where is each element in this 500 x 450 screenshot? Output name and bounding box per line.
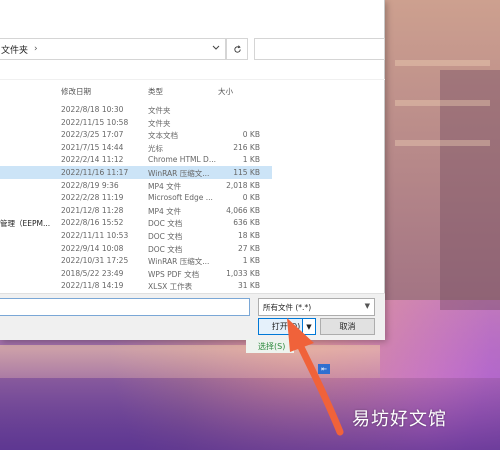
file-type: DOC 文档: [148, 232, 183, 241]
building-windows: [395, 140, 490, 146]
file-row[interactable]: 2022/11/11 10:53 DOC 文档 18 KB: [0, 229, 272, 242]
column-header-date[interactable]: 修改日期: [61, 86, 91, 97]
file-type: Chrome HTML D...: [148, 155, 216, 165]
file-size: 2,018 KB: [226, 180, 260, 190]
file-row[interactable]: 2022/8/19 9:36 MP4 文件 2,018 KB: [0, 179, 272, 192]
file-row[interactable]: 2022/2/14 11:12 Chrome HTML D... 1 KB: [0, 153, 272, 166]
address-separator-icon[interactable]: ›: [34, 44, 38, 54]
address-bar[interactable]: 文件夹 ›: [0, 38, 226, 60]
file-row[interactable]: 2022/3/25 17:07 文本文档 0 KB: [0, 128, 272, 141]
open-file-dialog: 文件夹 › 修改日期 类型 大小 2022/8/18 10:30 文件夹 2022/…: [0, 0, 385, 340]
file-row[interactable]: 2022/11/16 11:17 WinRAR 压缩文... 115 KB: [0, 166, 272, 179]
chevron-down-icon: ▼: [364, 302, 370, 310]
file-date: 2018/5/22 23:49: [61, 268, 124, 278]
file-type: MP4 文件: [148, 206, 182, 216]
file-date: 2022/3/25 17:07: [61, 130, 124, 140]
file-size: 0 KB: [242, 130, 260, 140]
file-date: 2022/2/14 11:12: [61, 155, 124, 165]
command-bar: [0, 66, 385, 80]
file-size: 1,033 KB: [226, 268, 260, 278]
file-size: 115 KB: [233, 168, 260, 177]
file-type: MP4 文件: [148, 181, 182, 191]
open-button-label: 打开(O): [271, 322, 301, 331]
column-headers: 修改日期 类型 大小: [0, 84, 385, 98]
file-size: 4,066 KB: [226, 205, 260, 215]
file-row[interactable]: 2022/10/31 17:25 WinRAR 压缩文... 1 KB: [0, 254, 272, 267]
file-date: 2022/10/31 17:25: [61, 256, 129, 266]
column-header-type[interactable]: 类型: [148, 86, 163, 97]
file-size: 1 KB: [242, 155, 260, 165]
file-row[interactable]: 2022/2/28 11:19 Microsoft Edge ... 0 KB: [0, 191, 272, 204]
file-type: 文本文档: [148, 131, 178, 141]
file-size: 0 KB: [242, 193, 260, 203]
file-row[interactable]: 管理（EEPM... 2022/8/16 15:52 DOC 文档 636 KB: [0, 216, 272, 229]
file-row[interactable]: 2018/5/22 23:49 WPS PDF 文档 1,033 KB: [0, 267, 272, 280]
file-size: 27 KB: [238, 243, 260, 253]
file-type: WinRAR 压缩文...: [148, 169, 210, 178]
file-size: 18 KB: [238, 231, 260, 240]
file-date: 2022/2/28 11:19: [61, 193, 124, 203]
file-type: Microsoft Edge ...: [148, 193, 213, 203]
refresh-icon: [233, 44, 241, 53]
file-type: DOC 文档: [148, 244, 183, 254]
file-row[interactable]: 2022/9/14 10:08 DOC 文档 27 KB: [0, 242, 272, 255]
navigation-toolbar: 文件夹 ›: [0, 36, 385, 62]
chevron-down-icon[interactable]: [206, 38, 226, 58]
file-row[interactable]: 2021/7/15 14:44 光标 216 KB: [0, 141, 272, 154]
file-date: 2022/11/15 10:58: [61, 117, 129, 127]
file-size: 636 KB: [233, 218, 260, 228]
cancel-button-label: 取消: [339, 322, 356, 331]
file-row[interactable]: 2022/8/18 10:30 文件夹: [0, 103, 272, 116]
file-type: XLSX 工作表: [148, 282, 193, 292]
file-type-label: 所有文件 (*.*): [263, 302, 312, 312]
select-link[interactable]: 选择(S): [246, 339, 294, 353]
building-windows: [395, 100, 490, 106]
search-input[interactable]: [254, 38, 385, 60]
file-date: 2022/11/11 10:53: [61, 231, 129, 240]
file-type: WPS PDF 文档: [148, 269, 200, 279]
file-row[interactable]: 2022/11/8 14:19 XLSX 工作表 31 KB: [0, 279, 272, 292]
file-row[interactable]: 2022/11/15 10:58 文件夹: [0, 116, 272, 129]
file-row[interactable]: 2021/12/8 11:28 MP4 文件 4,066 KB: [0, 204, 272, 217]
file-date: 2022/8/18 10:30: [61, 105, 124, 114]
file-date: 2022/11/16 11:17: [61, 168, 129, 177]
dialog-footer: 所有文件 (*.*) ▼ 打开(O) ▼ 取消: [0, 293, 385, 340]
file-date: 2022/8/16 15:52: [61, 218, 124, 228]
building-windows: [395, 60, 490, 66]
file-size: 216 KB: [233, 142, 260, 152]
refresh-button[interactable]: [226, 38, 248, 60]
file-type: 光标: [148, 143, 163, 153]
open-dropdown-icon[interactable]: ▼: [302, 318, 316, 335]
file-date: 2022/9/14 10:08: [61, 243, 124, 253]
file-type-select[interactable]: 所有文件 (*.*) ▼: [258, 298, 375, 316]
watermark-text: 易坊好文馆: [352, 409, 447, 430]
file-size: 1 KB: [242, 256, 260, 266]
building-shadow: [440, 70, 500, 310]
file-date: 2022/8/19 9:36: [61, 180, 119, 190]
file-type: DOC 文档: [148, 219, 183, 229]
cancel-button[interactable]: 取消: [320, 318, 375, 335]
column-header-size[interactable]: 大小: [218, 86, 233, 97]
file-type: WinRAR 压缩文...: [148, 257, 210, 267]
filename-input[interactable]: [0, 298, 250, 316]
file-size: 31 KB: [238, 281, 260, 291]
file-date: 2021/12/8 11:28: [61, 205, 124, 215]
file-type: 文件夹: [148, 118, 171, 128]
file-date: 2021/7/15 14:44: [61, 142, 124, 152]
file-name: 管理（EEPM...: [0, 219, 51, 229]
expand-icon[interactable]: ⇤: [318, 364, 330, 374]
address-segment[interactable]: 文件夹: [1, 43, 28, 56]
file-type: 文件夹: [148, 106, 171, 115]
file-date: 2022/11/8 14:19: [61, 281, 124, 291]
